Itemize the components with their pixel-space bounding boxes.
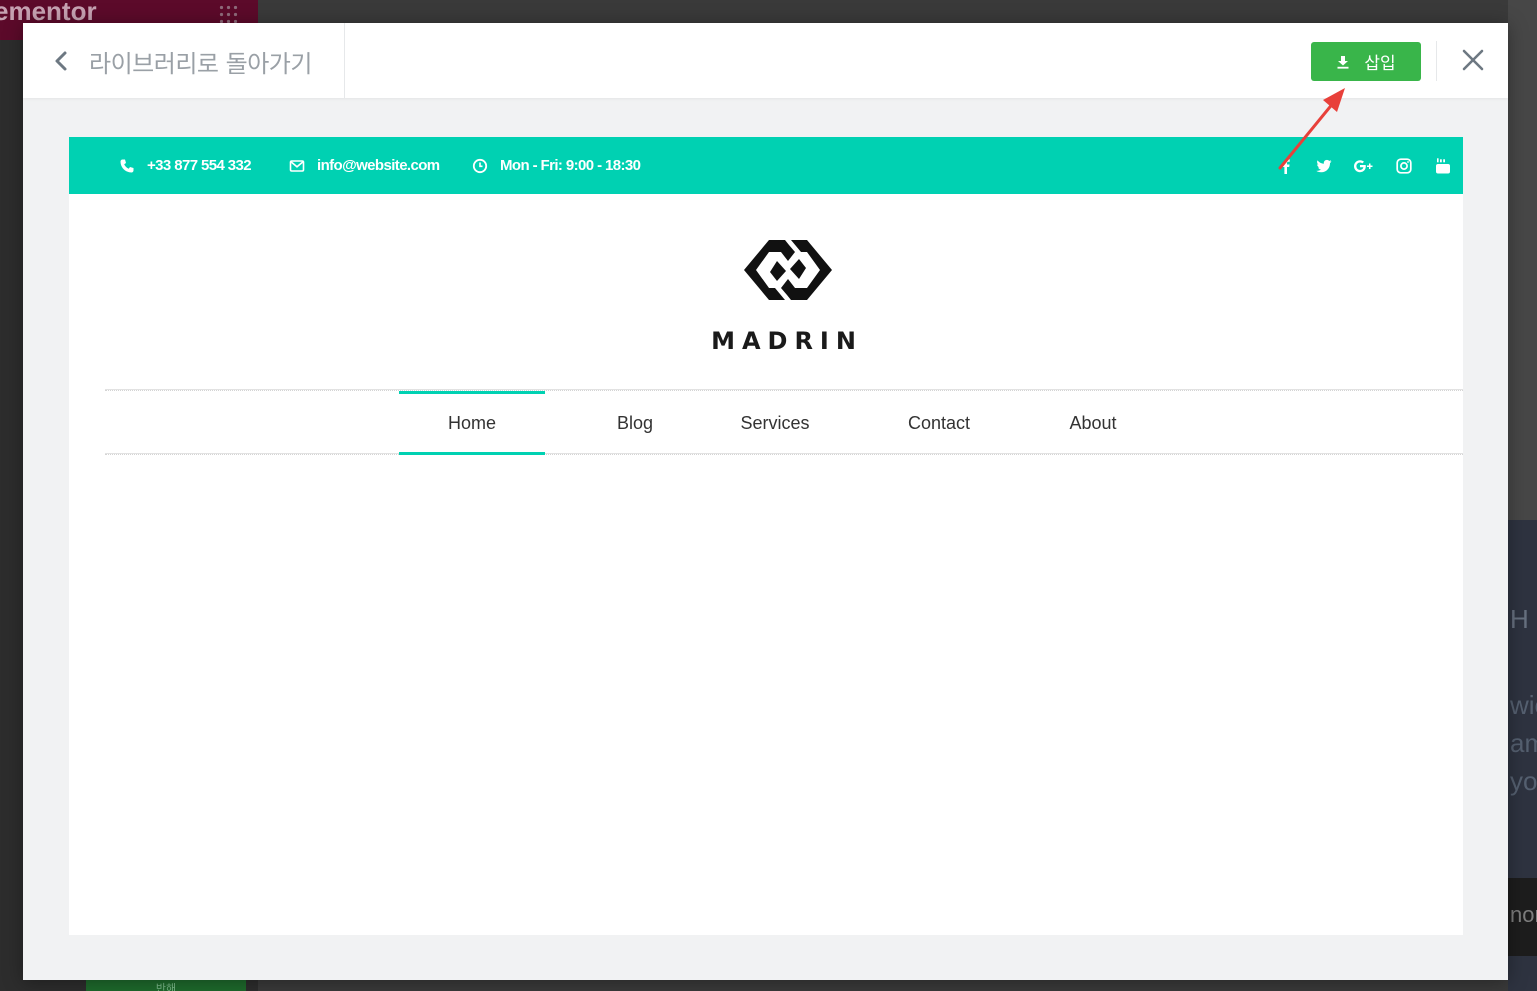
canvas-dark-button: nor <box>1508 878 1537 956</box>
nav-item-label: Services <box>740 413 810 433</box>
close-icon[interactable] <box>1460 47 1486 73</box>
editor-publish-button[interactable]: 반해 <box>86 980 246 991</box>
preview-topbar: +33 877 554 332 info@website.com Mon - F… <box>69 137 1463 194</box>
template-preview-modal: 라이브러리로 돌아가기 삽입 +33 877 554 332 info@webs… <box>23 23 1508 980</box>
topbar-email-text: info@website.com <box>317 157 440 174</box>
topbar-email: info@website.com <box>289 137 440 194</box>
nav-active-indicator <box>399 452 545 455</box>
nav-item-contact[interactable]: Contact <box>889 391 989 455</box>
facebook-icon[interactable] <box>1277 137 1295 194</box>
topbar-phone-text: +33 877 554 332 <box>147 157 252 174</box>
insert-label: 삽입 <box>1364 54 1396 74</box>
phone-icon <box>120 159 134 172</box>
nav-active-indicator <box>399 391 545 394</box>
header-divider <box>1436 41 1437 81</box>
publish-label: 반해 <box>155 983 177 991</box>
back-to-library-button[interactable]: 라이브러리로 돌아가기 <box>23 23 345 98</box>
nav-item-about[interactable]: About <box>1043 391 1143 455</box>
template-preview: +33 877 554 332 info@website.com Mon - F… <box>69 137 1463 935</box>
topbar-hours: Mon - Fri: 9:00 - 18:30 <box>472 137 641 194</box>
instagram-icon[interactable] <box>1395 137 1413 194</box>
nav-item-label: About <box>1069 413 1117 433</box>
insert-button[interactable]: 삽입 <box>1311 42 1421 81</box>
youtube-icon[interactable] <box>1434 137 1452 194</box>
canvas-text-fragment: wic <box>1510 690 1537 720</box>
preview-main-nav: Home Blog Services Contact About <box>105 391 1463 455</box>
canvas-text-fragment: am <box>1510 728 1537 758</box>
twitter-icon[interactable] <box>1315 137 1333 194</box>
madrin-logo-icon <box>744 240 832 300</box>
brand-name: MADRIN <box>711 327 863 355</box>
topbar-hours-text: Mon - Fri: 9:00 - 18:30 <box>500 157 641 174</box>
canvas-text-fragment: H <box>1510 604 1529 634</box>
nav-item-label: Contact <box>907 413 971 433</box>
download-icon <box>1337 55 1349 69</box>
clock-icon <box>472 158 488 173</box>
nav-item-label: Home <box>447 413 496 433</box>
nav-item-services[interactable]: Services <box>725 391 825 455</box>
chevron-left-icon <box>55 51 67 71</box>
nav-item-blog[interactable]: Blog <box>585 391 685 455</box>
envelope-icon <box>289 159 305 172</box>
nav-item-label: Blog <box>616 413 654 433</box>
topbar-phone: +33 877 554 332 <box>119 137 252 194</box>
nav-item-home[interactable]: Home <box>399 391 545 455</box>
canvas-text-fragment: yo <box>1510 766 1537 796</box>
back-to-library-label: 라이브러리로 돌아가기 <box>89 50 312 78</box>
google-plus-icon[interactable] <box>1353 137 1375 194</box>
modal-header: 라이브러리로 돌아가기 삽입 <box>23 23 1508 98</box>
canvas-button-fragment: nor <box>1510 902 1537 927</box>
